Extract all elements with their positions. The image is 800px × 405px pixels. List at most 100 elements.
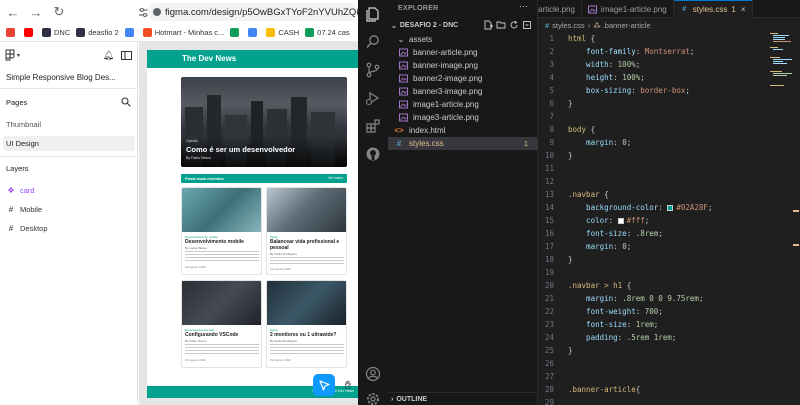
explorer-icon[interactable]	[365, 6, 381, 22]
color-swatch[interactable]	[617, 217, 624, 224]
bookmark-item[interactable]	[248, 28, 260, 37]
layer-item-card[interactable]: ❖ card	[6, 185, 34, 195]
code-line[interactable]: 5 box-sizing: border-box;	[538, 84, 768, 97]
code-line[interactable]: 18}	[538, 253, 768, 266]
search-icon[interactable]	[365, 34, 381, 50]
article-card[interactable]: Setup 2 monitores ou 1 ultrawide? By Ped…	[266, 280, 347, 368]
article-card[interactable]: Desenvolvimento web Configurando VSCode …	[181, 280, 262, 368]
code-editor[interactable]: article.png image1-article.png # styles.…	[538, 0, 800, 405]
code-line[interactable]: 20 .navbar > h1 {	[538, 279, 768, 292]
hand-tool-button[interactable]: ✋︎	[340, 376, 356, 394]
account-icon[interactable]	[365, 366, 381, 382]
breadcrumb-symbol[interactable]: .banner-article	[603, 21, 651, 30]
github-icon[interactable]	[365, 146, 381, 162]
code-line[interactable]: 26	[538, 357, 768, 370]
outline-section[interactable]: › OUTLINE	[388, 392, 538, 405]
file-title[interactable]: Simple Responsive Blog Des...	[6, 73, 116, 82]
bookmark-item[interactable]	[6, 28, 18, 37]
tree-file[interactable]: <> index.html	[388, 124, 538, 137]
panel-toggle-icon[interactable]	[121, 50, 132, 60]
figma-menu-icon[interactable]	[5, 49, 15, 61]
tree-file[interactable]: banner-image.png	[388, 59, 538, 72]
collapse-all-icon[interactable]	[522, 20, 532, 30]
code-line[interactable]: 16 font-size: .8rem;	[538, 227, 768, 240]
code-line[interactable]: 14 background-color: #02A28F;	[538, 201, 768, 214]
bookmark-item[interactable]: deasfio 2	[76, 28, 119, 37]
tree-folder-assets[interactable]: ⌄ assets	[388, 33, 538, 46]
bookmark-item[interactable]: DNC	[42, 28, 70, 37]
tab-article-png[interactable]: article.png	[538, 0, 582, 18]
bookmark-item[interactable]	[230, 28, 242, 37]
code-line[interactable]: 19	[538, 266, 768, 279]
code-line[interactable]: 22 font-weight: 700;	[538, 305, 768, 318]
article-card[interactable]: Desenvolvimento mobile Desenvolvimento m…	[181, 187, 262, 275]
bookmark-item[interactable]	[24, 28, 36, 37]
tree-file[interactable]: banner2-image.png	[388, 72, 538, 85]
bookmark-item[interactable]	[124, 28, 137, 37]
editor-scrollbar[interactable]	[792, 32, 800, 405]
code-line[interactable]: 3 width: 100%;	[538, 58, 768, 71]
bookmark-item[interactable]: CASH	[266, 28, 299, 37]
code-line[interactable]: 13 .navbar {	[538, 188, 768, 201]
code-line[interactable]: 21 margin: .8rem 0 0 9.75rem;	[538, 292, 768, 305]
code-line[interactable]: 25}	[538, 344, 768, 357]
code-line[interactable]: 15 color: #fff;	[538, 214, 768, 227]
code-line[interactable]: 1 html {	[538, 32, 768, 45]
card-image	[182, 281, 261, 325]
close-icon[interactable]: ×	[741, 5, 746, 14]
new-file-icon[interactable]	[483, 20, 493, 30]
code-line[interactable]: 17 margin: 0;	[538, 240, 768, 253]
refresh-icon[interactable]	[509, 20, 519, 30]
page-item-thumbnail[interactable]: Thumbnail	[0, 117, 132, 132]
code-line[interactable]: 10}	[538, 149, 768, 162]
tree-file[interactable]: image1-article.png	[388, 98, 538, 111]
source-control-icon[interactable]	[365, 62, 381, 78]
code-line[interactable]: 23 font-size: 1rem;	[538, 318, 768, 331]
code-line[interactable]: 24 padding: .5rem 1rem;	[538, 331, 768, 344]
article-card[interactable]: Setup Balancear vida profissional e pess…	[266, 187, 347, 275]
code-line[interactable]: 29	[538, 396, 768, 405]
layer-item-desktop[interactable]: # Desktop	[6, 223, 48, 233]
code-line[interactable]: 7	[538, 110, 768, 123]
bookmark-item[interactable]: 07.24 cas	[305, 28, 350, 37]
move-tool-button[interactable]	[313, 374, 335, 396]
forward-icon[interactable]: →	[26, 2, 46, 22]
address-bar[interactable]: figma.com/design/p5OwBGxTYoF2nYVUhZQkzB/…	[147, 3, 358, 21]
see-all-link[interactable]: Ver todos	[328, 176, 343, 180]
code-line[interactable]: 28 .banner-article{	[538, 383, 768, 396]
figma-canvas[interactable]: The Dev News Opinião Como é ser um desen…	[139, 42, 358, 405]
page-item-ui-design[interactable]: UI Design	[3, 136, 135, 151]
new-folder-icon[interactable]	[496, 20, 506, 30]
extensions-icon[interactable]	[365, 118, 381, 134]
breadcrumb-file[interactable]: styles.css	[552, 21, 585, 30]
tab-image1-article[interactable]: image1-article.png	[582, 0, 674, 18]
bell-icon[interactable]: 🔔︎	[103, 50, 114, 61]
minimap[interactable]	[770, 32, 792, 92]
run-debug-icon[interactable]	[365, 90, 381, 106]
search-icon[interactable]	[121, 97, 131, 107]
design-banner-image[interactable]: Opinião Como é ser um desenvolvedor By F…	[181, 77, 347, 167]
more-actions-icon[interactable]: ···	[519, 1, 528, 11]
reload-icon[interactable]: ↻	[49, 2, 69, 22]
code-line[interactable]: 9 margin: 0;	[538, 136, 768, 149]
color-swatch[interactable]	[667, 204, 674, 211]
tree-file[interactable]: image3-article.png	[388, 111, 538, 124]
layer-item-mobile[interactable]: # Mobile	[6, 204, 42, 214]
code-line[interactable]: 27	[538, 370, 768, 383]
tab-styles-css[interactable]: # styles.css 1 ×	[673, 0, 753, 18]
tree-file[interactable]: banner3-image.png	[388, 85, 538, 98]
code-line[interactable]: 2 font-family: Montserrat;	[538, 45, 768, 58]
code-line[interactable]: 4 height: 100%;	[538, 71, 768, 84]
back-icon[interactable]: ←	[3, 2, 23, 22]
code-line[interactable]: 8 body {	[538, 123, 768, 136]
tree-file[interactable]: banner-article.png	[388, 46, 538, 59]
gear-icon[interactable]	[365, 391, 381, 405]
code-area[interactable]: 1 html {2 font-family: Montserrat; 3 width…	[538, 32, 768, 405]
chevron-down-icon[interactable]: ▾	[17, 52, 20, 59]
code-line[interactable]: 12	[538, 175, 768, 188]
desktop-frame[interactable]: The Dev News Opinião Como é ser um desen…	[147, 50, 358, 398]
code-line[interactable]: 11	[538, 162, 768, 175]
tree-file-selected[interactable]: # styles.css 1	[388, 137, 538, 150]
code-line[interactable]: 6}	[538, 97, 768, 110]
bookmark-item[interactable]: Hotmart - Minhas c...	[142, 28, 224, 37]
